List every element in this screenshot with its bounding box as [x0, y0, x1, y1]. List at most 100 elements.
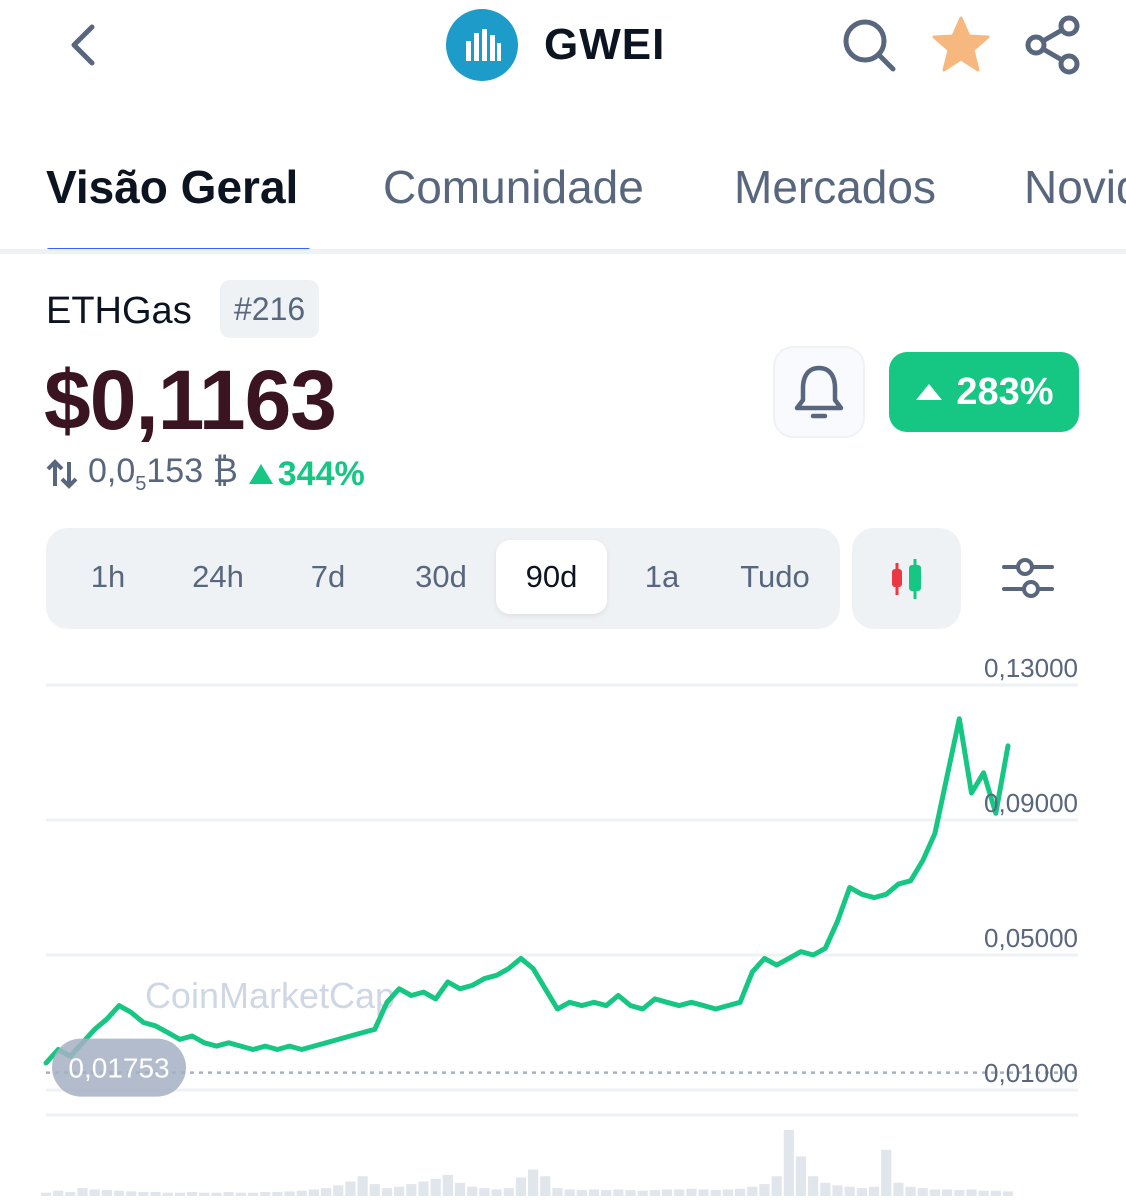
volume-bar — [674, 1189, 685, 1196]
tab-news[interactable]: Novidades — [1024, 160, 1126, 214]
btc-price-row: 0,05153 ₿ 344% — [46, 452, 365, 496]
volume-bar — [333, 1185, 344, 1196]
volume-bar — [588, 1189, 600, 1196]
volume-bar — [832, 1185, 843, 1196]
volume-bar — [954, 1190, 965, 1196]
volume-bar — [978, 1190, 989, 1196]
volume-bar — [917, 1188, 928, 1196]
volume-bar — [40, 1192, 52, 1196]
volume-bar — [795, 1156, 807, 1196]
volume-bar — [759, 1184, 770, 1196]
volume-bar — [686, 1188, 697, 1196]
volume-bar — [284, 1191, 295, 1196]
volume-bar — [552, 1188, 563, 1196]
range-all[interactable]: Tudo — [722, 540, 828, 614]
volume-bar — [881, 1149, 892, 1196]
volume-bar — [162, 1192, 173, 1196]
volume-bar — [260, 1192, 271, 1196]
tab-overview[interactable]: Visão Geral — [46, 160, 298, 214]
volume-bar — [649, 1190, 660, 1196]
swap-arrows-icon[interactable] — [46, 458, 78, 490]
volume-bar — [661, 1189, 673, 1196]
volume-bar — [467, 1186, 478, 1196]
volume-bar — [783, 1130, 794, 1196]
back-button[interactable] — [58, 20, 108, 70]
volume-bar — [540, 1176, 551, 1196]
y-tick-label: 0,05000 — [984, 923, 1078, 953]
coin-price: $0,1163 — [44, 353, 337, 447]
share-icon — [1025, 15, 1080, 75]
triangle-up-icon — [248, 464, 273, 484]
btc-price: 0,05153 ₿ — [88, 452, 238, 495]
volume-bar — [357, 1176, 368, 1196]
volume-bar — [77, 1188, 88, 1196]
volume-bar — [89, 1189, 100, 1196]
btc-symbol: ₿ — [212, 452, 238, 491]
volume-bar — [150, 1192, 161, 1196]
top-bar: GWEI — [0, 0, 1126, 100]
share-button[interactable] — [1020, 12, 1086, 78]
volume-bar — [528, 1169, 539, 1196]
start-value-label: 0,01753 — [68, 1053, 169, 1084]
btc-change: 344% — [248, 455, 365, 494]
volume-bar — [1002, 1191, 1014, 1196]
y-tick-label: 0,13000 — [984, 653, 1078, 683]
volume-bar — [187, 1192, 198, 1196]
y-tick-label: 0,01000 — [984, 1058, 1078, 1088]
volume-bar — [625, 1190, 636, 1196]
volume-bar — [868, 1186, 880, 1196]
coin-title: GWEI — [446, 9, 666, 81]
price-alert-button[interactable] — [773, 346, 865, 438]
range-30d[interactable]: 30d — [388, 540, 494, 614]
volume-bar — [515, 1177, 526, 1196]
volume-bar — [320, 1188, 332, 1196]
price-chart[interactable]: CoinMarketCap 0,13000 0,09000 0,05000 0,010… — [0, 640, 1126, 1200]
volume-bar — [601, 1190, 612, 1196]
range-24h[interactable]: 24h — [168, 540, 268, 614]
volume-bar — [564, 1189, 575, 1196]
volume-bar — [479, 1188, 490, 1196]
tab-markets[interactable]: Mercados — [734, 160, 936, 214]
volume-bar — [53, 1190, 64, 1196]
range-7d[interactable]: 7d — [278, 540, 378, 614]
volume-bar — [990, 1190, 1001, 1196]
sliders-icon — [1002, 558, 1054, 598]
range-1h[interactable]: 1h — [58, 540, 158, 614]
volume-bar — [771, 1176, 782, 1196]
volume-bar — [491, 1189, 502, 1196]
tab-community[interactable]: Comunidade — [383, 160, 644, 214]
volume-bar — [223, 1192, 234, 1196]
volume-bar — [199, 1192, 210, 1196]
volume-bar — [613, 1189, 624, 1196]
volume-bar — [808, 1176, 819, 1196]
watchlist-button[interactable] — [928, 12, 994, 78]
search-icon — [843, 19, 896, 72]
top-actions — [836, 12, 1086, 78]
search-button[interactable] — [836, 12, 902, 78]
back-icon — [71, 24, 95, 66]
volume-bar — [637, 1190, 648, 1196]
volume-bar — [735, 1188, 746, 1196]
volume-bar — [369, 1184, 380, 1196]
coin-symbol: GWEI — [544, 20, 666, 69]
tab-bar: Visão Geral Comunidade Mercados Novidade… — [0, 130, 1126, 254]
star-icon — [932, 16, 990, 72]
volume-bar — [272, 1192, 283, 1196]
candlestick-toggle[interactable] — [852, 528, 961, 629]
range-1a[interactable]: 1a — [612, 540, 712, 614]
volume-bar — [381, 1188, 393, 1196]
candlestick-icon — [891, 558, 921, 599]
range-90d[interactable]: 90d — [496, 540, 607, 614]
volume-bar — [503, 1188, 514, 1196]
volume-bar — [576, 1190, 587, 1196]
volume-bar — [698, 1189, 709, 1196]
volume-bar — [905, 1186, 916, 1196]
volume-bar — [296, 1190, 307, 1196]
volume-bar — [235, 1192, 246, 1196]
volume-bar — [929, 1189, 941, 1196]
chart-settings-button[interactable] — [990, 540, 1066, 616]
volume-bar — [247, 1192, 259, 1196]
volume-bar — [942, 1189, 953, 1196]
volume-bar — [113, 1190, 125, 1196]
coin-name: ETHGas — [46, 290, 192, 332]
